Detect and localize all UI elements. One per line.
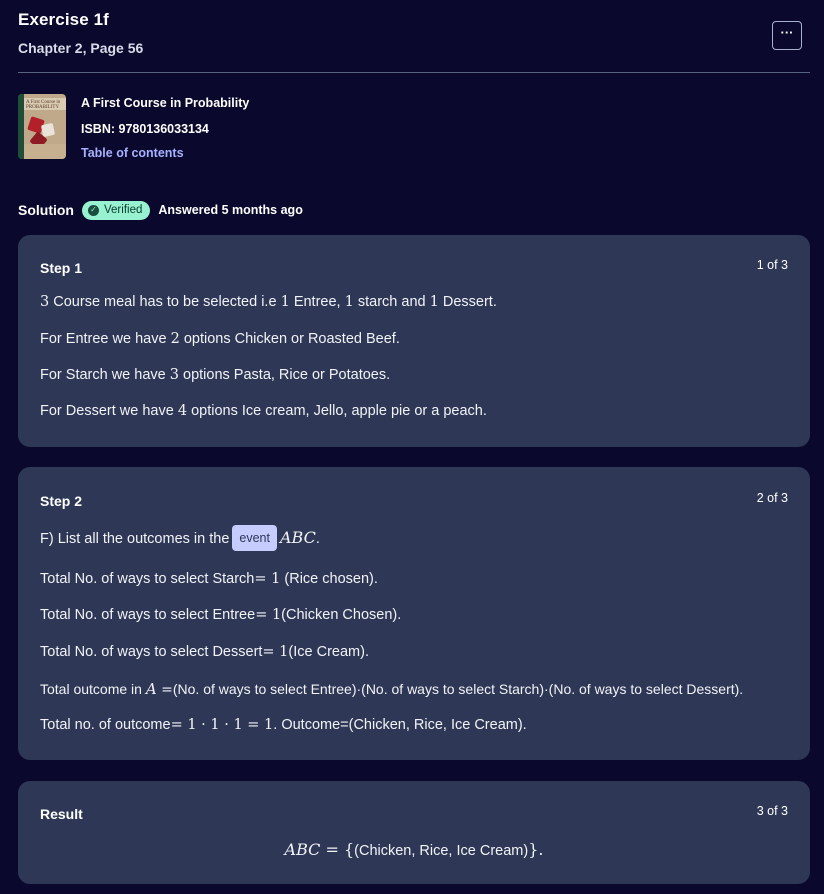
step-text-line: Total no. of outcome= 1 · 1 · 1 = 1. Out… bbox=[40, 717, 527, 733]
step-text-line: Total No. of ways to select Starch= 1 (R… bbox=[40, 571, 378, 587]
step-title: Step 1 bbox=[40, 260, 83, 276]
header-divider bbox=[18, 72, 810, 73]
result-card: Result 3 of 3 ABC = {(Chicken, Rice, Ice… bbox=[18, 781, 810, 884]
solution-label: Solution bbox=[18, 202, 74, 218]
verified-label: Verified bbox=[104, 204, 143, 216]
result-title: Result bbox=[40, 806, 83, 822]
event-glossary-tag[interactable]: event bbox=[232, 525, 277, 551]
table-of-contents-link[interactable]: Table of contents bbox=[81, 146, 184, 160]
book-isbn: ISBN: 9780136033134 bbox=[81, 122, 209, 136]
verified-badge: ✓ Verified bbox=[82, 200, 151, 220]
step-text-line: Total outcome in A =(No. of ways to sele… bbox=[40, 680, 744, 698]
chapter-page-subtitle: Chapter 2, Page 56 bbox=[18, 40, 144, 56]
step-counter: 3 of 3 bbox=[756, 804, 788, 818]
step-card-1: Step 1 1 of 3 3 Course meal has to be se… bbox=[18, 235, 810, 447]
step-text-line: 3 Course meal has to be selected i.e 1 E… bbox=[40, 294, 497, 310]
step-text-line: Total No. of ways to select Entree= 1(Ch… bbox=[40, 607, 402, 623]
step-card-2: Step 2 2 of 3 F) List all the outcomes i… bbox=[18, 467, 810, 760]
check-icon: ✓ bbox=[88, 204, 99, 216]
step-text-line: Total No. of ways to select Dessert= 1(I… bbox=[40, 644, 369, 660]
step-text-line: For Starch we have 3 options Pasta, Rice… bbox=[40, 367, 391, 383]
book-cover-text: A First Course in PROBABILITY bbox=[26, 100, 61, 110]
step-counter: 2 of 3 bbox=[756, 491, 788, 505]
step-counter: 1 of 3 bbox=[756, 258, 788, 272]
step-text-line: For Dessert we have 4 options Ice cream,… bbox=[40, 403, 487, 419]
more-options-button[interactable]: ··· bbox=[772, 21, 802, 50]
step-text-line: For Entree we have 2 options Chicken or … bbox=[40, 331, 400, 347]
result-expression: ABC = {(Chicken, Rice, Ice Cream)}. bbox=[284, 840, 544, 859]
book-title[interactable]: A First Course in Probability bbox=[81, 96, 249, 110]
step-text-line: F) List all the outcomes in the event ABC. bbox=[40, 525, 320, 552]
step-title: Step 2 bbox=[40, 493, 83, 509]
ellipsis-icon: ··· bbox=[780, 25, 794, 40]
answered-timestamp: Answered 5 months ago bbox=[158, 203, 303, 217]
exercise-header: Exercise 1f Chapter 2, Page 56 ··· bbox=[18, 10, 810, 74]
book-cover-image[interactable]: A First Course in PROBABILITY bbox=[18, 94, 66, 159]
solution-header: Solution ✓ Verified Answered 5 months ag… bbox=[18, 199, 303, 221]
page-title: Exercise 1f bbox=[18, 10, 109, 29]
